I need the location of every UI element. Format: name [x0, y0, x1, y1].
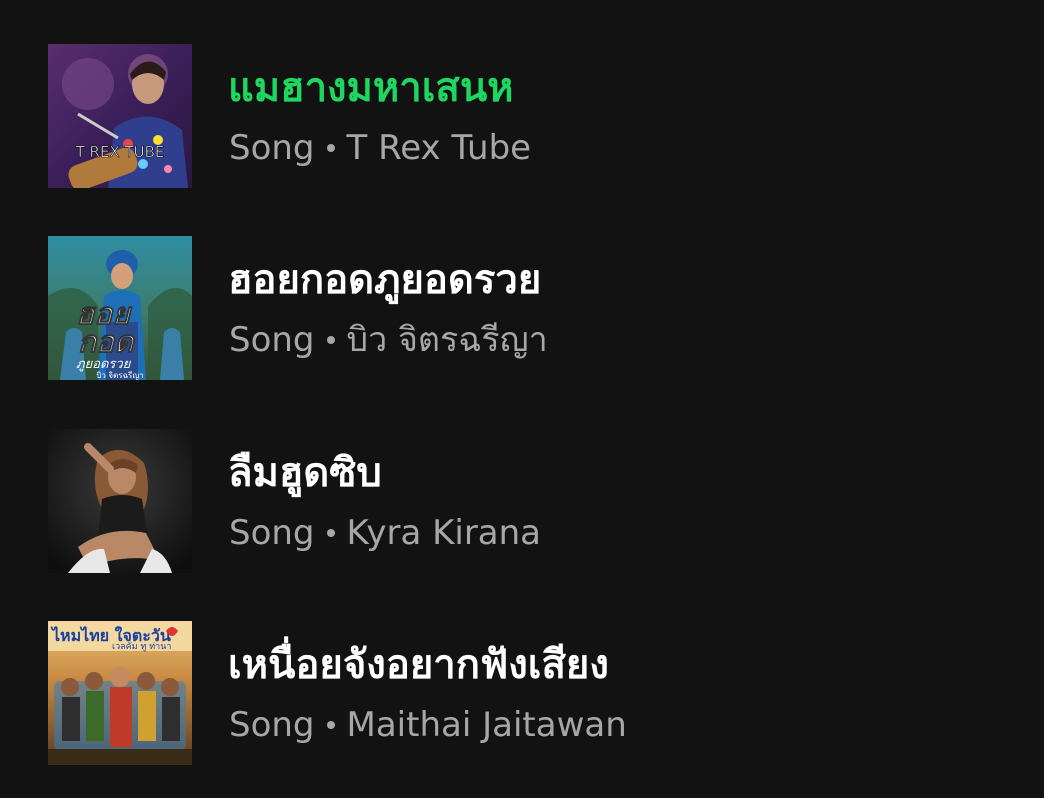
song-row[interactable]: ลืมฮูดซิบ Song Kyra Kirana [0, 425, 1044, 575]
song-row[interactable]: ฮอย กอด ภูยอดรวย บิว จิตรฉรีญา ฮอยกอดภูย… [0, 232, 1044, 382]
item-type-label: Song [229, 513, 315, 553]
song-meta: Song T Rex Tube [229, 128, 531, 168]
artist-link[interactable]: บิว จิตรฉรีญา [347, 320, 548, 360]
song-title[interactable]: ฮอยกอดภูยอดรวย [228, 256, 541, 304]
song-title[interactable]: ลืมฮูดซิบ [228, 449, 382, 497]
album-art-hoy-kod-icon: ฮอย กอด ภูยอดรวย บิว จิตรฉรีญา [48, 236, 192, 380]
separator-dot [326, 143, 335, 152]
separator-dot [326, 335, 335, 344]
artist-link[interactable]: Kyra Kirana [347, 513, 542, 553]
song-title[interactable]: แมฮางมหาเสนห [228, 64, 514, 112]
album-art-image[interactable]: ฮอย กอด ภูยอดรวย บิว จิตรฉรีญา [48, 236, 192, 380]
song-meta: Song Kyra Kirana [229, 513, 541, 553]
item-type-label: Song [229, 705, 315, 745]
search-results-list: T REX TUBE แมฮางมหาเสนห Song T Rex Tube [0, 0, 1044, 798]
item-type-label: Song [229, 128, 315, 168]
album-art-image[interactable] [48, 429, 192, 573]
album-art-kyra-kirana-icon [48, 429, 192, 573]
song-row[interactable]: ไหมไทย ใจตะวัน เวลคัม ทู ท่านา เหนื่อยจั… [0, 617, 1044, 767]
album-art-title-text: กอด [78, 325, 135, 360]
item-type-label: Song [229, 320, 315, 360]
song-row[interactable]: T REX TUBE แมฮางมหาเสนห Song T Rex Tube [0, 40, 1044, 190]
album-art-subtitle-text: เวลคัม ทู ท่านา [112, 642, 171, 652]
separator-dot [326, 528, 335, 537]
separator-dot [326, 720, 335, 729]
song-meta: Song บิว จิตรฉรีญา [229, 320, 548, 360]
artist-link[interactable]: T Rex Tube [347, 128, 532, 168]
album-art-maithai-icon: ไหมไทย ใจตะวัน เวลคัม ทู ท่านา [48, 621, 192, 765]
album-art-artist-text: บิว จิตรฉรีญา [96, 371, 143, 380]
artist-link[interactable]: Maithai Jaitawan [347, 705, 627, 745]
album-art-image[interactable]: T REX TUBE [48, 44, 192, 188]
song-meta: Song Maithai Jaitawan [229, 705, 627, 745]
album-art-t-rex-tube-icon: T REX TUBE [48, 44, 192, 188]
album-art-subtitle-text: ภูยอดรวย [76, 357, 132, 372]
album-art-text: T REX TUBE [75, 143, 165, 161]
song-title[interactable]: เหนื่อยจังอยากฟังเสียง [228, 641, 609, 689]
album-art-image[interactable]: ไหมไทย ใจตะวัน เวลคัม ทู ท่านา [48, 621, 192, 765]
